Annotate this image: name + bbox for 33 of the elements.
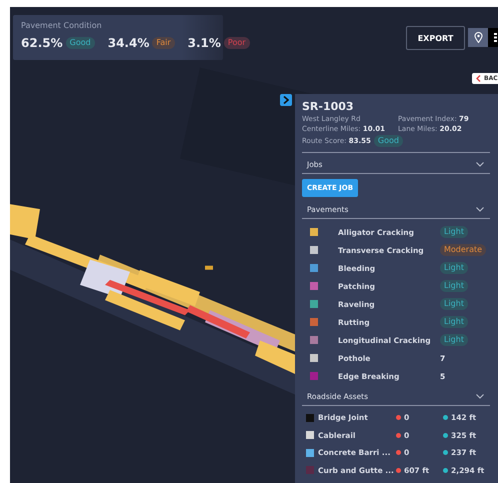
severity-badge: Moderate [440, 244, 486, 256]
collapse-button[interactable] [280, 94, 292, 106]
card-title: Pavement Condition [21, 21, 103, 30]
severity-badge: Light [440, 334, 468, 346]
status-dot-icon [396, 468, 401, 473]
status-dot-icon [443, 468, 448, 473]
chevron-down-icon[interactable] [476, 162, 484, 167]
severity-badge: Light [440, 262, 468, 274]
status-dot-icon [443, 415, 448, 420]
chevron-down-icon[interactable] [476, 394, 484, 399]
route-title: SR-1003 [302, 100, 355, 113]
status-dot-icon [443, 432, 448, 438]
export-button[interactable]: EXPORT [406, 26, 465, 50]
status-badge: Poor [224, 37, 250, 49]
pin-icon [474, 32, 482, 43]
percent-value: 3.1% [188, 36, 221, 50]
status-dot-icon [396, 450, 401, 456]
severity-badge: Light [440, 316, 468, 328]
status-badge: Good [66, 37, 95, 49]
severity-badge: Light [440, 298, 468, 310]
severity-badge: Light [440, 226, 468, 238]
chevron-left-icon [476, 75, 481, 82]
chevron-right-icon [283, 96, 289, 104]
status-badge: Good [374, 135, 403, 147]
status-dot-icon [396, 415, 401, 420]
map-view-tab[interactable] [468, 28, 488, 47]
status-badge: Fair [152, 37, 175, 49]
chevron-down-icon[interactable] [476, 207, 484, 212]
status-dot-icon [396, 432, 401, 438]
percent-value: 62.5% [21, 36, 63, 50]
status-dot-icon [443, 450, 448, 456]
percent-value: 34.4% [108, 36, 150, 50]
severity-badge: Light [440, 280, 468, 292]
